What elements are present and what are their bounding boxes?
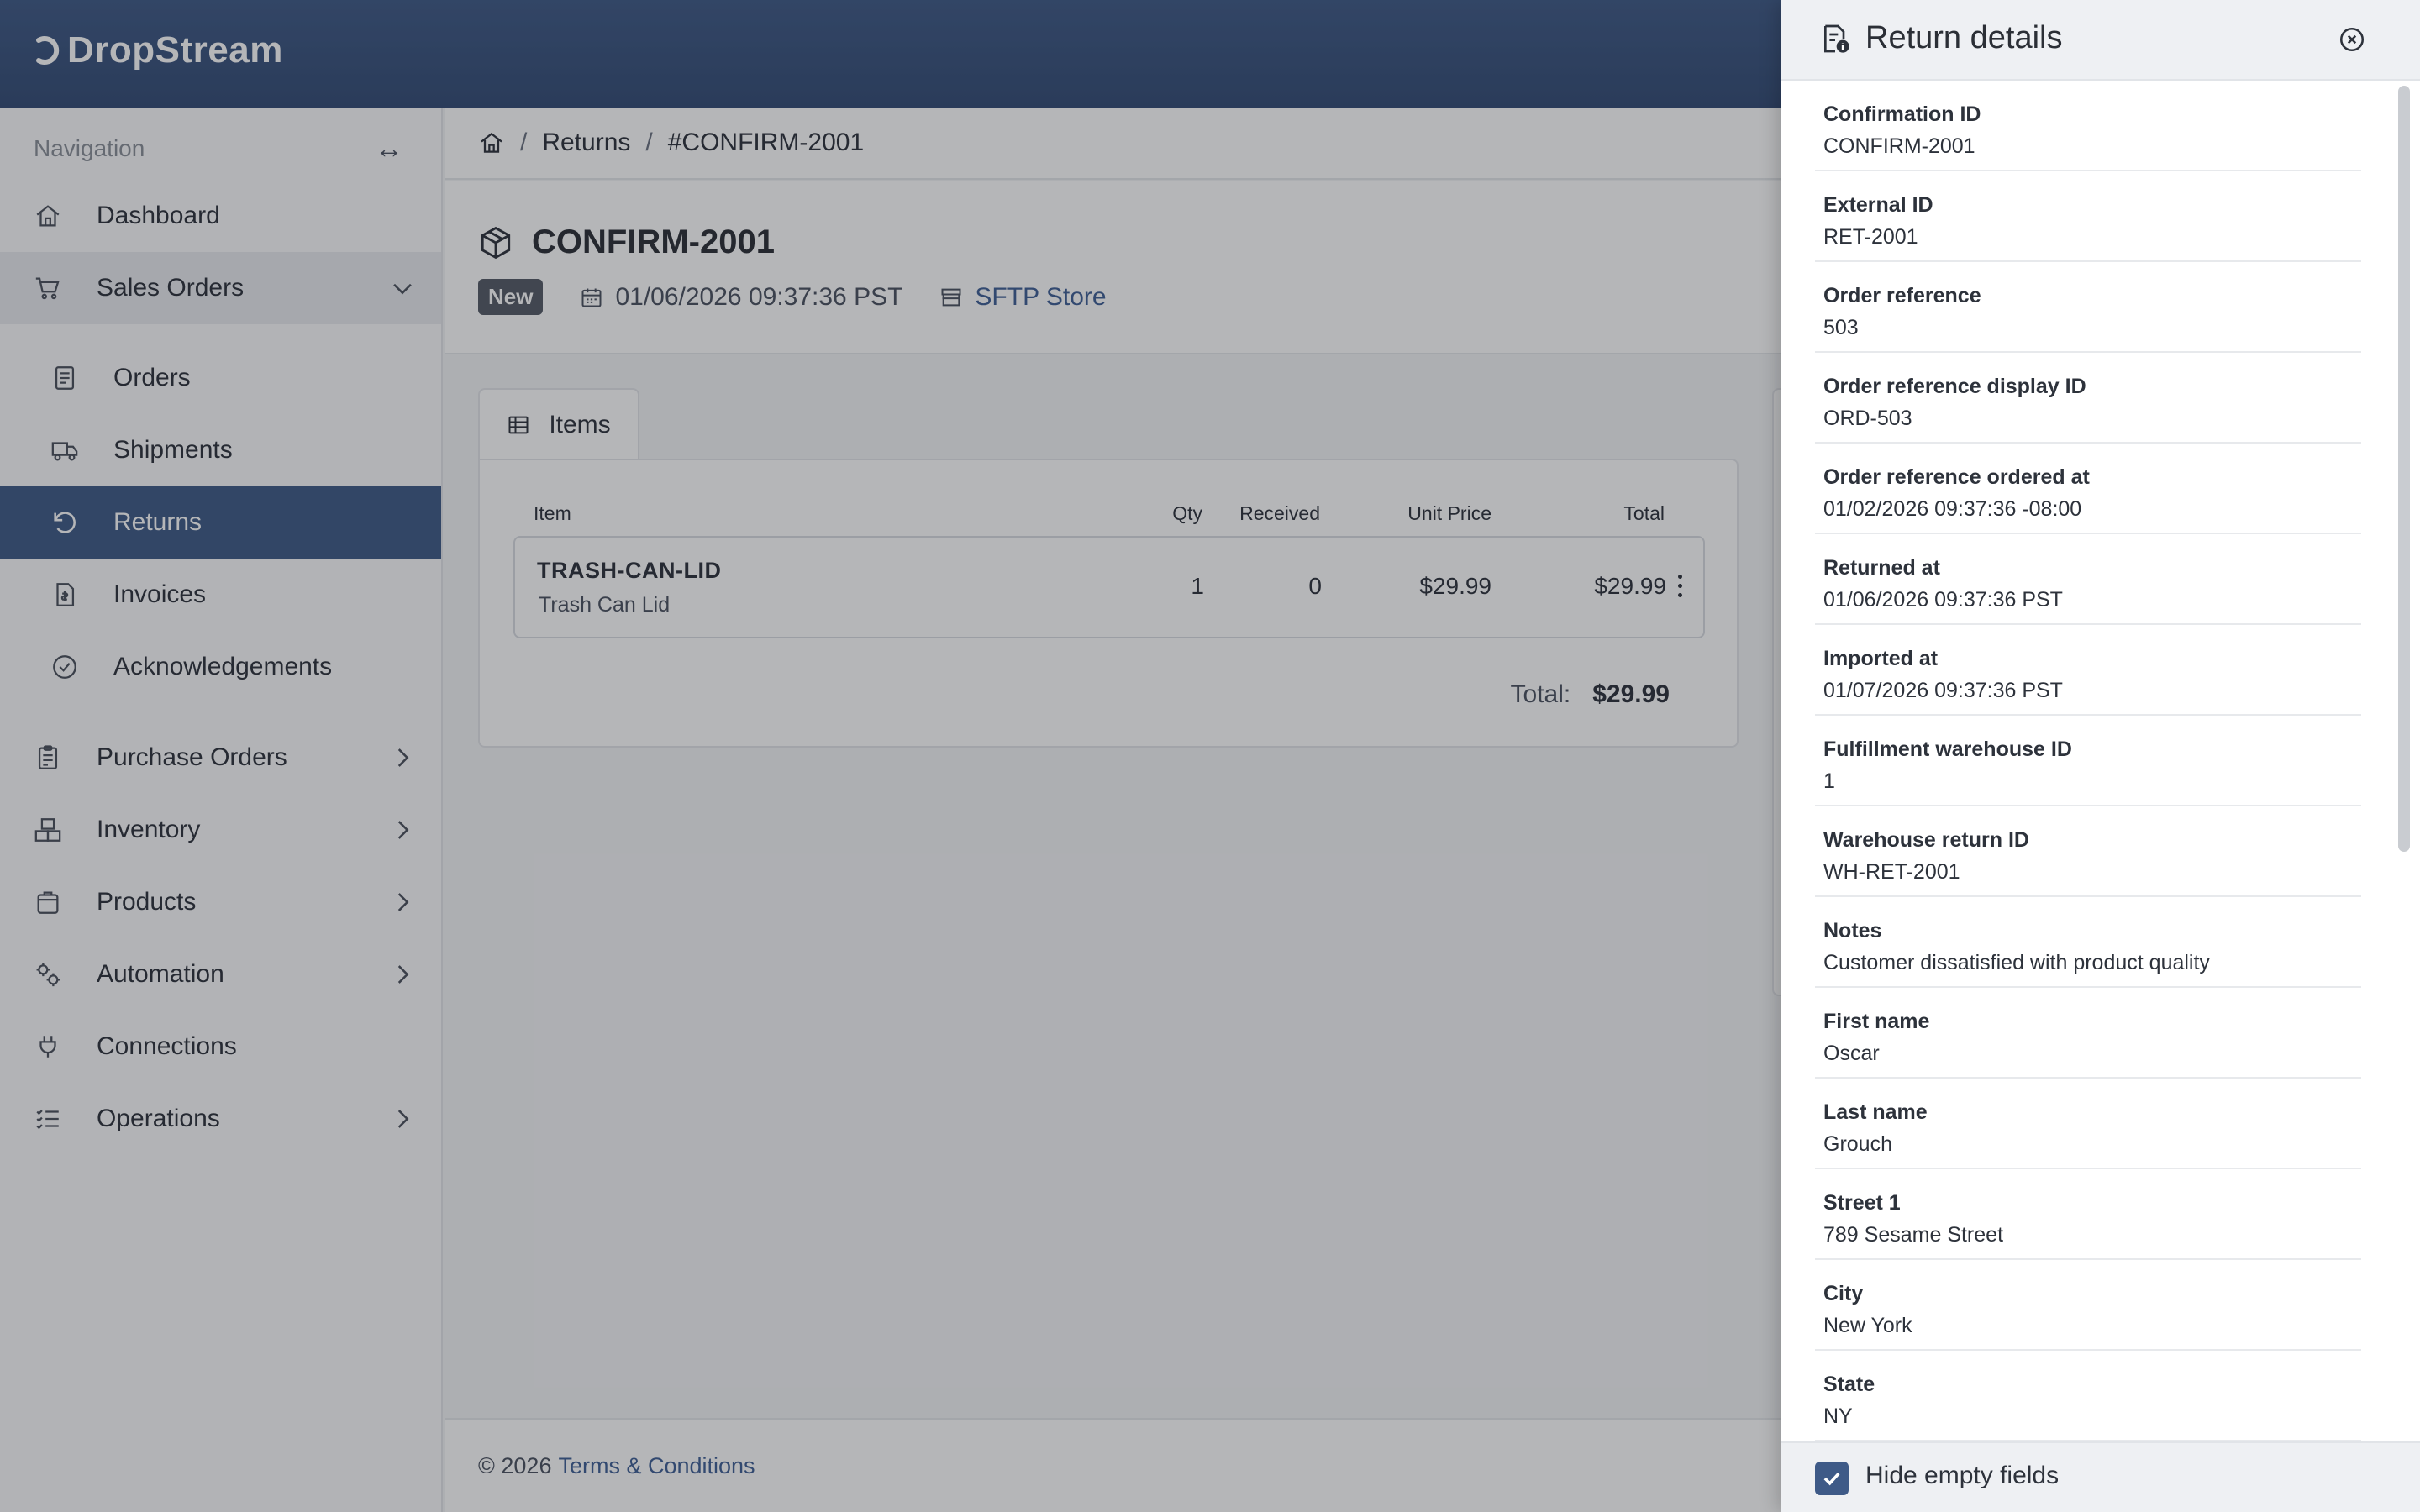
detail-field: Fulfillment warehouse ID 1 — [1815, 716, 2361, 806]
detail-field-label: Imported at — [1823, 647, 1939, 670]
detail-field-value: 01/07/2026 09:37:36 PST — [1823, 679, 2063, 702]
detail-field-value: Customer dissatisfied with product quali… — [1823, 951, 2210, 974]
detail-field-value: 01/02/2026 09:37:36 -08:00 — [1823, 497, 2082, 521]
detail-field-label: Notes — [1823, 919, 1882, 942]
detail-field: Warehouse return ID WH-RET-2001 — [1815, 806, 2361, 897]
detail-field-value: New York — [1823, 1314, 1912, 1337]
detail-field-value: NY — [1823, 1404, 1853, 1428]
hide-empty-label: Hide empty fields — [1865, 1462, 2060, 1489]
detail-field: External ID RET-2001 — [1815, 171, 2361, 262]
drawer-title-text: Return details — [1865, 20, 2063, 55]
drawer-scrollbar-thumb[interactable] — [2398, 86, 2410, 852]
detail-field: Confirmation ID CONFIRM-2001 — [1815, 81, 2361, 171]
detail-field-label: Order reference — [1823, 284, 1981, 307]
check-icon — [1823, 1472, 1840, 1486]
detail-field: Order reference 503 — [1815, 262, 2361, 353]
detail-field-label: Confirmation ID — [1823, 102, 1981, 126]
drawer-footer: Hide empty fields — [1781, 1441, 2420, 1512]
detail-field-value: 1 — [1823, 769, 1835, 793]
detail-field: Street 1 789 Sesame Street — [1815, 1169, 2361, 1260]
detail-field-label: Street 1 — [1823, 1191, 1901, 1215]
detail-field-value: RET-2001 — [1823, 225, 1918, 249]
detail-field-value: ORD-503 — [1823, 407, 1912, 430]
return-details-drawer: Return details Confirmation ID CONFIRM-20… — [1781, 0, 2420, 1512]
detail-field: City New York — [1815, 1260, 2361, 1351]
detail-field-value: WH-RET-2001 — [1823, 860, 1960, 884]
detail-field-label: Last name — [1823, 1100, 1928, 1124]
detail-field: Last name Grouch — [1815, 1079, 2361, 1169]
detail-field-value: CONFIRM-2001 — [1823, 134, 1975, 158]
detail-field-value: 789 Sesame Street — [1823, 1223, 2004, 1247]
detail-field: First name Oscar — [1815, 988, 2361, 1079]
modal-overlay[interactable] — [0, 0, 1781, 1512]
detail-field: Returned at 01/06/2026 09:37:36 PST — [1815, 534, 2361, 625]
detail-field-label: External ID — [1823, 193, 1933, 217]
details-fields: Confirmation ID CONFIRM-2001 External ID RE… — [1815, 81, 2361, 1441]
detail-field: State NY — [1815, 1351, 2361, 1441]
document-info-icon — [1824, 24, 1849, 53]
detail-field-value: Oscar — [1823, 1042, 1880, 1065]
detail-field-value: 503 — [1823, 316, 1859, 339]
detail-field: Notes Customer dissatisfied with product … — [1815, 897, 2361, 988]
detail-field-label: Warehouse return ID — [1823, 828, 2029, 852]
drawer-header: Return details — [1781, 0, 2420, 81]
close-icon[interactable] — [2338, 25, 2366, 54]
detail-field-label: First name — [1823, 1010, 1930, 1033]
detail-field-label: Fulfillment warehouse ID — [1823, 738, 2072, 761]
detail-field: Order reference ordered at 01/02/2026 09:… — [1815, 444, 2361, 534]
detail-field: Imported at 01/07/2026 09:37:36 PST — [1815, 625, 2361, 716]
detail-field-label: Order reference ordered at — [1823, 465, 2090, 489]
drawer-title: Return details — [1818, 20, 2062, 56]
detail-field-label: City — [1823, 1282, 1864, 1305]
detail-field-value: 01/06/2026 09:37:36 PST — [1823, 588, 2063, 612]
hide-empty-checkbox[interactable] — [1815, 1462, 1849, 1495]
detail-field-label: Order reference display ID — [1823, 375, 2086, 398]
detail-field-label: Returned at — [1823, 556, 1940, 580]
detail-field: Order reference display ID ORD-503 — [1815, 353, 2361, 444]
detail-field-value: Grouch — [1823, 1132, 1892, 1156]
detail-field-label: State — [1823, 1373, 1876, 1396]
